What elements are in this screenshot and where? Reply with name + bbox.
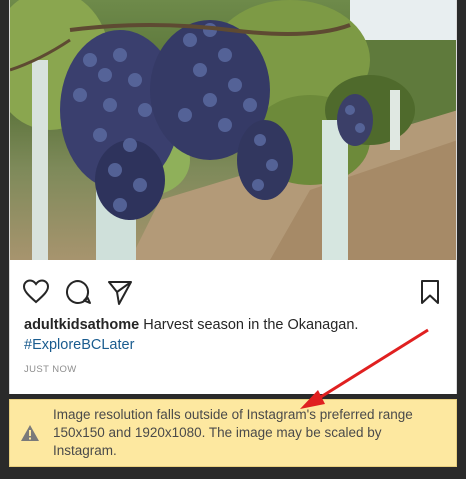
post-preview-card: adultkidsathome Harvest season in the Ok…	[9, 0, 457, 394]
warning-message: Image resolution falls outside of Instag…	[53, 407, 413, 458]
post-hashtag-link[interactable]: #ExploreBCLater	[24, 335, 442, 355]
send-icon[interactable]	[106, 278, 134, 306]
post-caption-text: Harvest season in the Okanagan.	[143, 317, 359, 333]
bookmark-icon[interactable]	[416, 278, 444, 306]
comment-icon[interactable]	[64, 278, 92, 306]
post-image	[10, 0, 456, 260]
grape-cluster-photo	[10, 0, 456, 260]
post-timestamp: JUST NOW	[24, 364, 77, 375]
warning-triangle-icon	[21, 425, 39, 441]
app-frame: adultkidsathome Harvest season in the Ok…	[0, 0, 466, 479]
resolution-warning-banner: Image resolution falls outside of Instag…	[9, 399, 457, 467]
post-caption: adultkidsathome Harvest season in the Ok…	[24, 315, 442, 355]
heart-icon[interactable]	[22, 278, 50, 306]
post-username[interactable]: adultkidsathome	[24, 317, 139, 333]
post-action-bar	[22, 278, 444, 306]
